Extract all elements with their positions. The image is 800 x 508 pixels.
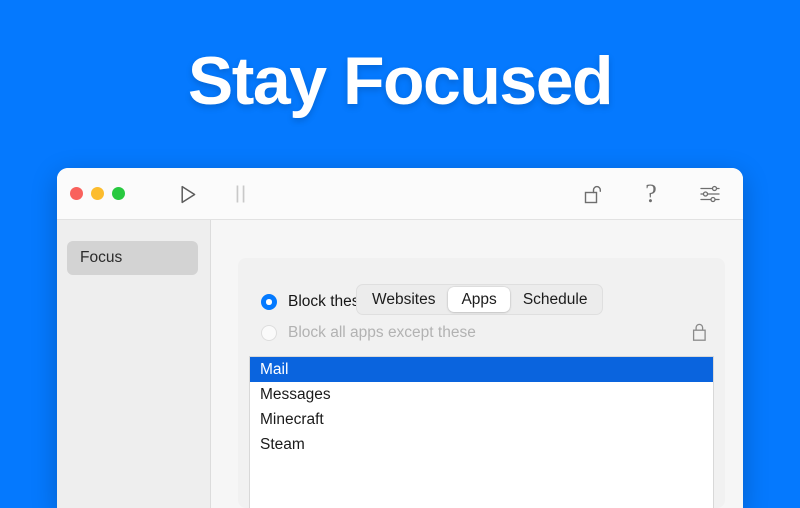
list-item-label: Messages: [260, 385, 331, 403]
play-button[interactable]: [175, 181, 201, 207]
pause-button[interactable]: [227, 181, 253, 207]
app-window: ? Focus Websites Apps Schedule Block the…: [57, 168, 743, 508]
list-item[interactable]: Mail: [250, 357, 713, 382]
sidebar-item-focus[interactable]: Focus: [67, 241, 198, 275]
list-item-label: Minecraft: [260, 410, 324, 428]
list-item[interactable]: Steam: [250, 432, 713, 457]
minimize-button[interactable]: [91, 187, 104, 200]
radio-block-all-except[interactable]: Block all apps except these: [261, 322, 476, 344]
help-button[interactable]: ?: [638, 181, 664, 207]
settings-panel: Websites Apps Schedule Block these apps …: [238, 258, 725, 508]
zoom-button[interactable]: [112, 187, 125, 200]
play-icon: [180, 185, 195, 203]
list-item[interactable]: Minecraft: [250, 407, 713, 432]
tab-apps-label: Apps: [461, 290, 497, 308]
page-title: Stay Focused: [187, 43, 614, 119]
locked-setting-indicator[interactable]: [691, 322, 707, 342]
lock-toggle-button[interactable]: [580, 181, 606, 207]
list-item-label: Steam: [260, 435, 305, 453]
main-content: Websites Apps Schedule Block these apps …: [212, 220, 743, 508]
sidebar-item-label: Focus: [80, 249, 123, 266]
tab-websites[interactable]: Websites: [359, 287, 448, 312]
sidebar: Focus: [57, 220, 211, 508]
lock-closed-icon: [692, 323, 706, 341]
tab-apps[interactable]: Apps: [448, 287, 510, 312]
list-item-label: Mail: [260, 360, 289, 378]
help-icon: ?: [645, 179, 657, 208]
close-button[interactable]: [70, 187, 83, 200]
tab-websites-label: Websites: [372, 290, 436, 308]
list-item[interactable]: Messages: [250, 382, 713, 407]
pause-icon: [236, 185, 244, 203]
app-list[interactable]: Mail Messages Minecraft Steam: [249, 356, 714, 508]
window-titlebar: ?: [57, 168, 743, 220]
radio-unselected-icon: [261, 325, 277, 341]
preferences-sliders-icon: [700, 185, 720, 203]
unlock-icon: [584, 185, 601, 203]
tab-segmented-control: Websites Apps Schedule: [356, 284, 604, 315]
promo-screenshot: Stay Focused ? Focus Websites Apps Sched…: [0, 0, 800, 508]
radio-selected-icon: [261, 294, 277, 310]
tab-schedule[interactable]: Schedule: [510, 287, 601, 312]
radio-block-all-except-label: Block all apps except these: [288, 324, 476, 341]
traffic-lights: [70, 187, 125, 200]
tab-schedule-label: Schedule: [522, 290, 588, 308]
preferences-button[interactable]: [697, 181, 723, 207]
